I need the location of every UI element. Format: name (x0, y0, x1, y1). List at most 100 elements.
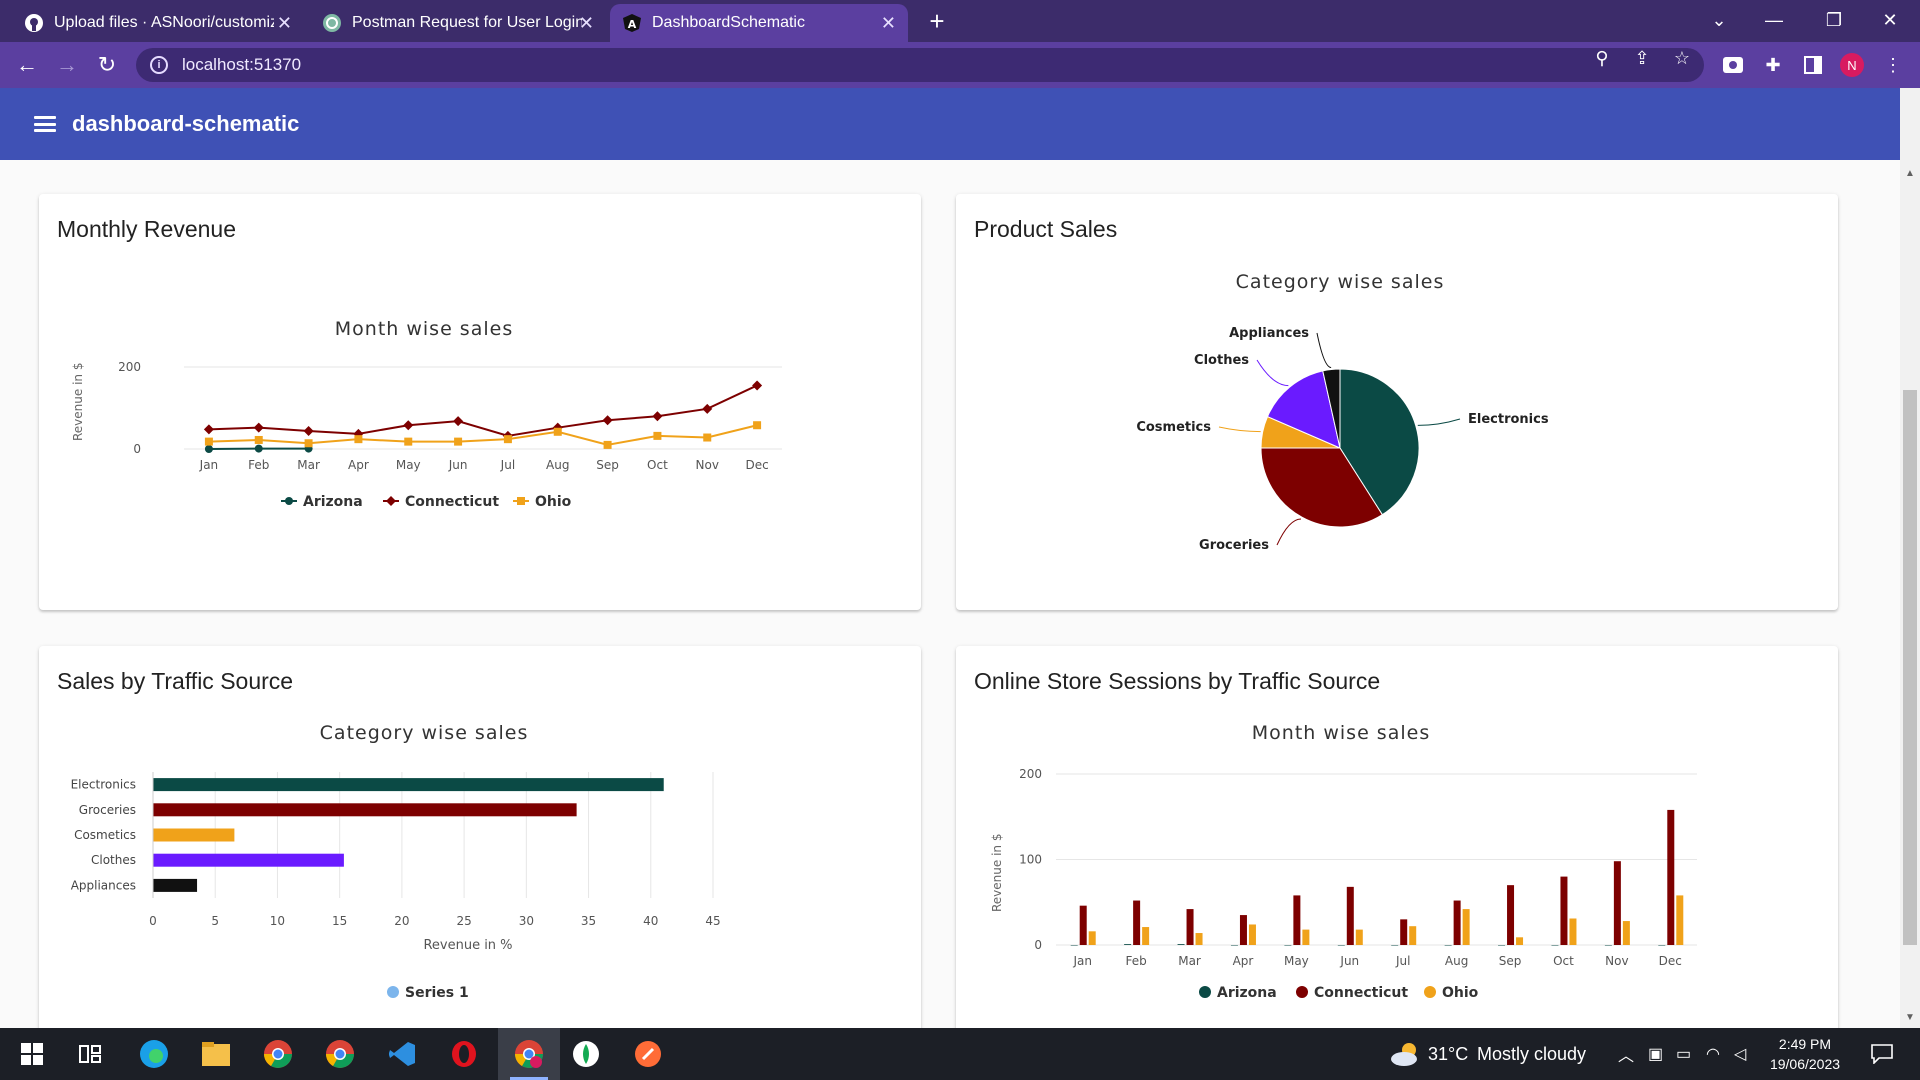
bar-ohio (1248, 924, 1256, 945)
x-tick-label: May (396, 458, 421, 472)
data-point (753, 421, 762, 430)
data-point (752, 380, 763, 391)
chrome-icon[interactable] (322, 1036, 358, 1072)
data-point (404, 437, 413, 446)
minimize-button[interactable]: — (1750, 0, 1798, 40)
data-point (453, 416, 464, 427)
chrome-icon[interactable] (260, 1036, 296, 1072)
browser-tab-dashboard[interactable]: A DashboardSchematic ✕ (610, 4, 908, 42)
legend-label: Arizona (303, 494, 363, 510)
x-tick-label: Mar (1178, 954, 1201, 968)
legend-marker (1424, 986, 1436, 998)
data-point (304, 439, 313, 448)
bar-ohio (1142, 927, 1150, 945)
product-sales-card: Product Sales Category wise sales Electro… (956, 194, 1838, 610)
connector-line (1276, 518, 1302, 546)
legend-marker (1296, 986, 1308, 998)
wifi-icon[interactable]: ◠ (1706, 1044, 1720, 1064)
y-axis-label: Revenue in $ (71, 363, 85, 441)
close-icon[interactable]: ✕ (881, 13, 896, 34)
zoom-icon[interactable]: ⚲ (1590, 48, 1614, 69)
maximize-button[interactable]: ❐ (1810, 0, 1858, 40)
side-panel-icon[interactable] (1800, 52, 1826, 78)
x-tick-label: 25 (456, 914, 471, 928)
weather-icon[interactable] (1386, 1036, 1426, 1072)
battery-icon[interactable]: ▭ (1676, 1044, 1691, 1064)
x-tick-label: May (1284, 954, 1309, 968)
browser-tab-postman[interactable]: Postman Request for User Login ✕ (310, 4, 606, 42)
bar-ohio (1409, 926, 1417, 945)
x-tick-label: Feb (248, 458, 269, 472)
x-tick-label: 20 (394, 914, 409, 928)
new-tab-button[interactable]: + (922, 6, 952, 36)
close-window-button[interactable]: ✕ (1866, 0, 1914, 40)
tab-title: DashboardSchematic (652, 14, 805, 31)
monthly-revenue-card: Monthly Revenue Month wise sales 0 200 Reve… (39, 194, 921, 610)
x-tick-label: Feb (1126, 954, 1147, 968)
x-tick-label: Jan (1072, 954, 1092, 968)
scrollbar-thumb[interactable] (1903, 390, 1917, 945)
bar-arizona (1124, 944, 1132, 945)
back-icon[interactable]: ← (12, 50, 42, 80)
app-toolbar: dashboard-schematic (0, 88, 1900, 160)
notifications-icon[interactable] (1864, 1036, 1900, 1072)
mongodb-compass-icon[interactable] (568, 1036, 604, 1072)
connector-line (1218, 426, 1261, 433)
data-point (254, 444, 263, 453)
data-point (702, 403, 713, 414)
sessions-traffic-card: Online Store Sessions by Traffic Source … (956, 646, 1838, 1028)
opera-icon[interactable] (446, 1036, 482, 1072)
browser-tab-github[interactable]: Upload files · ASNoori/customize ✕ (12, 4, 304, 42)
site-info-icon[interactable]: i (150, 56, 168, 74)
close-icon[interactable]: ✕ (579, 13, 594, 34)
legend-marker (386, 496, 396, 506)
system-clock[interactable]: 2:49 PM 19/06/2023 (1760, 1034, 1850, 1074)
more-menu-icon[interactable]: ⋮ (1880, 52, 1906, 78)
data-point (204, 437, 213, 446)
x-tick-label: Jul (1395, 954, 1410, 968)
legend-marker (387, 986, 399, 998)
postman-icon[interactable] (630, 1036, 666, 1072)
bookmark-star-icon[interactable]: ☆ (1670, 48, 1694, 69)
bar-connecticut (1346, 886, 1354, 945)
chrome-profile-icon[interactable] (498, 1028, 560, 1080)
scroll-up-arrow[interactable]: ▲ (1900, 166, 1920, 182)
edge-icon[interactable] (136, 1036, 172, 1072)
data-point (653, 431, 662, 440)
chart-title: Category wise sales (1236, 271, 1445, 293)
scroll-down-arrow[interactable]: ▼ (1900, 1010, 1920, 1026)
data-point (354, 435, 363, 444)
address-bar[interactable]: i localhost:51370 (136, 48, 1704, 82)
tab-search-icon[interactable]: ⌄ (1695, 0, 1743, 40)
connector-line (1256, 359, 1289, 387)
slice-label: Clothes (1194, 353, 1249, 368)
tray-chevron-icon[interactable]: ︿ (1618, 1042, 1634, 1066)
task-view-icon[interactable] (72, 1036, 108, 1072)
extensions-icon[interactable]: ✚ (1760, 52, 1786, 78)
volume-icon[interactable]: ◁ (1734, 1044, 1746, 1064)
file-explorer-icon[interactable] (198, 1036, 234, 1072)
menu-icon[interactable] (34, 116, 56, 132)
bar-ohio (1355, 929, 1363, 945)
meet-now-icon[interactable]: ▣ (1648, 1044, 1663, 1064)
x-tick-label: Aug (546, 458, 569, 472)
profile-avatar[interactable]: N (1840, 53, 1864, 77)
series-line-connecticut (208, 384, 758, 437)
x-tick-label: Apr (1233, 954, 1254, 968)
windows-start-icon[interactable] (14, 1036, 50, 1072)
close-icon[interactable]: ✕ (277, 13, 292, 34)
bar-arizona (1230, 945, 1238, 946)
forward-icon[interactable]: → (52, 50, 82, 80)
connector-line (1417, 418, 1461, 426)
svg-text:A: A (628, 18, 637, 31)
screen-capture-icon[interactable] (1720, 52, 1746, 78)
bar-connecticut (1667, 809, 1675, 945)
bar-arizona (1391, 945, 1399, 946)
reload-icon[interactable]: ↻ (92, 50, 122, 80)
vscode-icon[interactable] (384, 1036, 420, 1072)
y-tick-label: 100 (1019, 853, 1042, 867)
bar-electronics (153, 778, 664, 792)
legend-label: Arizona (1217, 985, 1277, 1001)
share-icon[interactable]: ⇪ (1630, 48, 1654, 69)
bar-ohio (1676, 895, 1684, 945)
